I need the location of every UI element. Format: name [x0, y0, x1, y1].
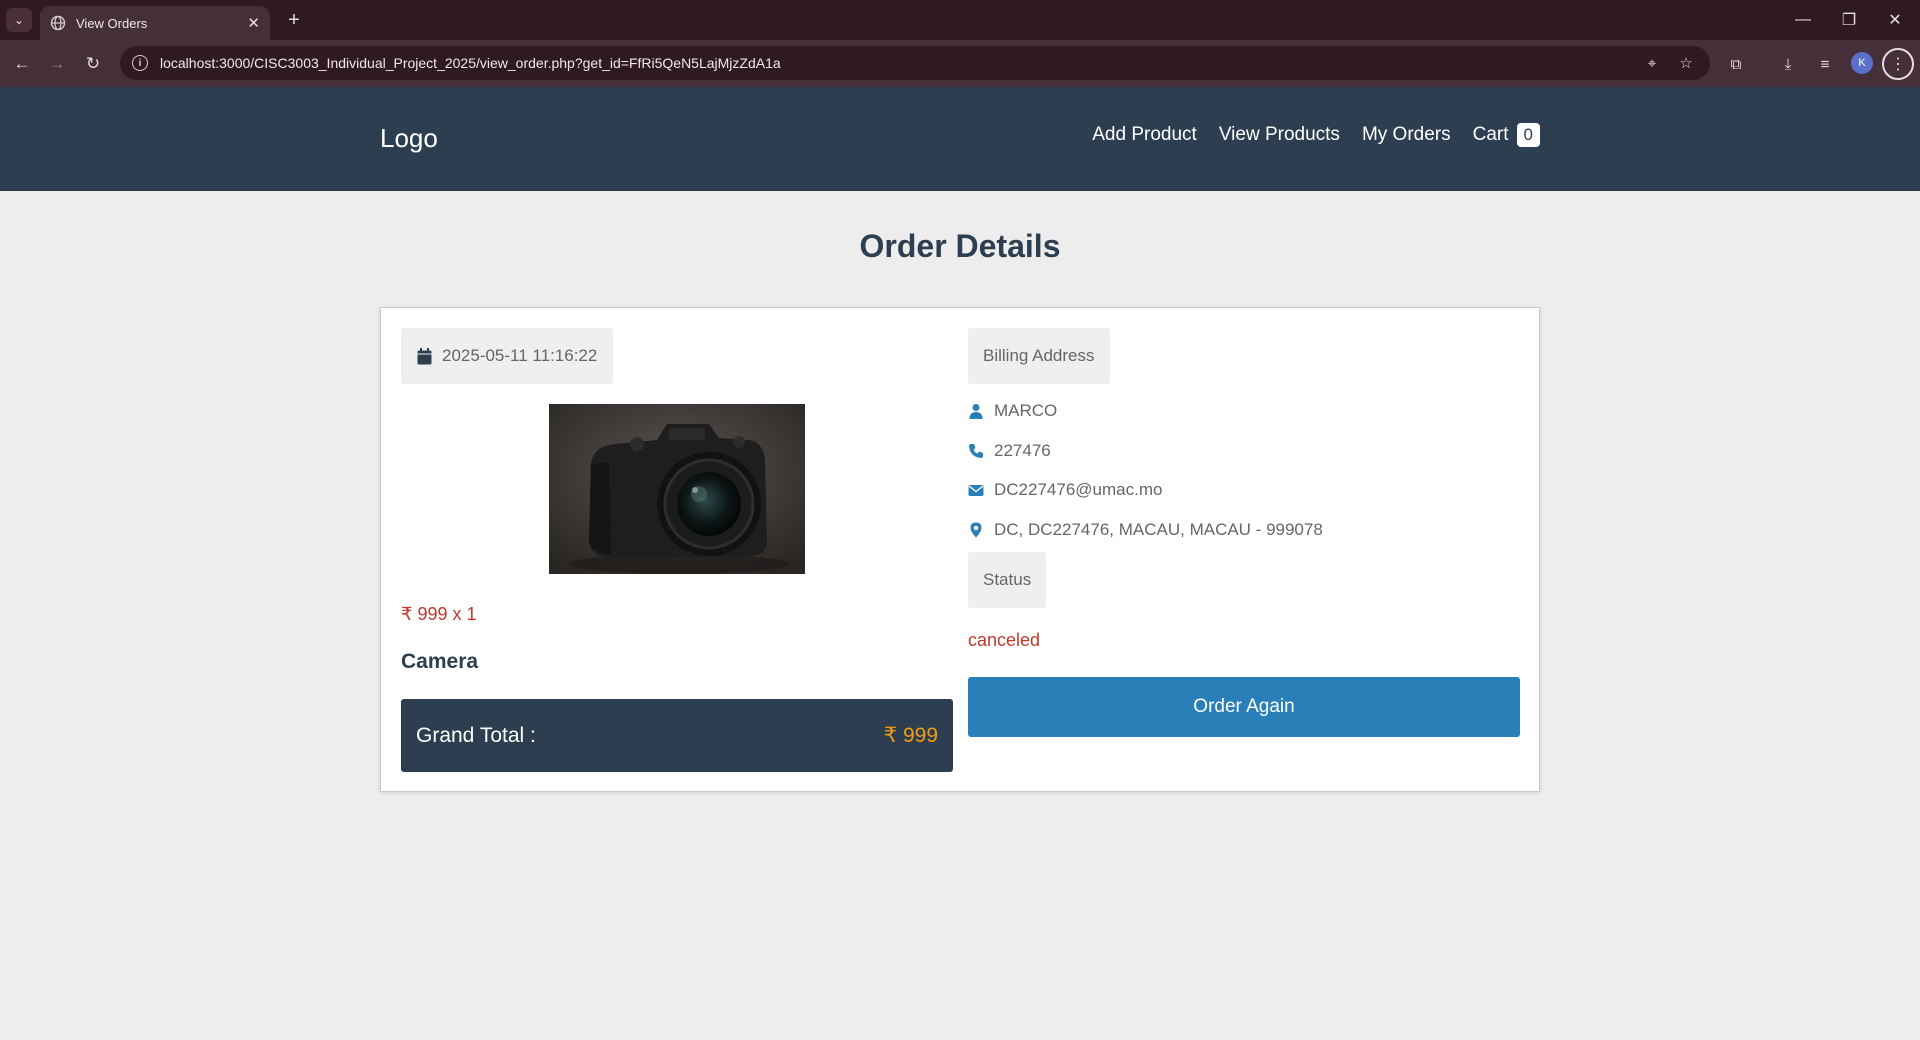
tab-title: View Orders [76, 15, 148, 31]
envelope-icon [968, 485, 984, 496]
new-tab-button[interactable]: + [282, 8, 306, 32]
status-label: Status [968, 552, 1047, 608]
grand-total-value: ₹ 999 [883, 724, 938, 747]
extensions-icon[interactable]: ⧉ [1724, 52, 1748, 76]
url-text[interactable]: localhost:3000/CISC3003_Individual_Proje… [160, 55, 1642, 71]
nav-cart[interactable]: Cart 0 [1473, 123, 1540, 147]
page-title: Order Details [859, 228, 1061, 264]
browser-tab[interactable]: View Orders ✕ [40, 6, 270, 40]
close-window-button[interactable]: ✕ [1872, 0, 1918, 40]
browser-menu-button[interactable]: ⋮ [1882, 48, 1914, 80]
location-pin-icon[interactable]: ⌖ [1642, 53, 1662, 73]
status-badge: canceled [968, 630, 1041, 650]
tab-search-button[interactable]: ⌄ [6, 8, 32, 32]
address-bar[interactable]: i localhost:3000/CISC3003_Individual_Pro… [120, 46, 1710, 80]
billing-phone-row: 227476 [968, 441, 1051, 461]
arrow-left-icon: ← [13, 54, 31, 73]
chevron-down-icon: ⌄ [13, 13, 25, 27]
billing-name-row: MARCO [968, 401, 1057, 421]
product-name: Camera [401, 650, 479, 673]
billing-address-label: Billing Address [968, 328, 1110, 384]
grand-total-bar: Grand Total : ₹ 999 [401, 699, 953, 772]
nav-my-orders[interactable]: My Orders [1362, 124, 1451, 146]
phone-icon [969, 444, 983, 458]
cart-count-badge: 0 [1516, 123, 1540, 147]
browser-toolbar: ← → ↻ i localhost:3000/CISC3003_Individu… [0, 40, 1920, 87]
close-icon: ✕ [1888, 12, 1902, 29]
restore-button[interactable]: ❐ [1826, 0, 1872, 40]
map-marker-icon [970, 522, 982, 538]
order-card: 2025-05-11 11:16:22 ₹ 999 x 1 Camera Gra… [380, 307, 1540, 792]
main-nav: Add Product View Products My Orders Cart… [1070, 123, 1540, 147]
billing-address-row: DC, DC227476, MACAU, MACAU - 999078 [968, 520, 1323, 540]
minimize-icon: — [1795, 11, 1811, 28]
billing-name: MARCO [994, 401, 1058, 420]
browser-tab-strip: ⌄ View Orders ✕ + — ❐ ✕ [0, 0, 1920, 40]
restore-icon: ❐ [1841, 12, 1857, 29]
site-info-icon[interactable]: i [132, 55, 148, 71]
product-image [549, 404, 805, 574]
globe-icon [50, 15, 66, 31]
user-icon [969, 404, 983, 419]
nav-view-products[interactable]: View Products [1219, 124, 1340, 146]
more-vertical-icon: ⋮ [1890, 56, 1906, 73]
order-date: 2025-05-11 11:16:22 [401, 328, 614, 384]
download-icon[interactable]: ⤓ [1776, 52, 1800, 76]
billing-email-row: DC227476@umac.mo [968, 480, 1162, 500]
close-tab-icon[interactable]: ✕ [247, 14, 260, 32]
nav-add-product[interactable]: Add Product [1092, 124, 1197, 146]
calendar-icon [417, 347, 432, 364]
bookmark-star-icon[interactable]: ☆ [1676, 53, 1696, 73]
plus-icon: + [288, 8, 300, 31]
site-header: Logo Add Product View Products My Orders… [0, 87, 1920, 191]
nav-cart-label: Cart [1472, 124, 1509, 145]
reload-button[interactable]: ↻ [79, 50, 107, 78]
billing-email: DC227476@umac.mo [994, 480, 1163, 499]
order-again-button[interactable]: Order Again [968, 677, 1520, 737]
order-date-text: 2025-05-11 11:16:22 [442, 346, 598, 365]
media-controls-icon[interactable]: ≡ [1813, 52, 1837, 76]
grand-total-label: Grand Total : [416, 723, 536, 747]
forward-button[interactable]: → [43, 50, 71, 78]
site-logo[interactable]: Logo [380, 123, 438, 154]
minimize-button[interactable]: — [1780, 0, 1826, 40]
billing-address: DC, DC227476, MACAU, MACAU - 999078 [994, 520, 1323, 539]
back-button[interactable]: ← [8, 50, 36, 78]
price-quantity: ₹ 999 x 1 [401, 604, 477, 624]
reload-icon: ↻ [85, 54, 101, 73]
profile-avatar[interactable]: K [1851, 52, 1873, 74]
billing-phone: 227476 [994, 441, 1051, 460]
arrow-right-icon: → [48, 54, 66, 73]
